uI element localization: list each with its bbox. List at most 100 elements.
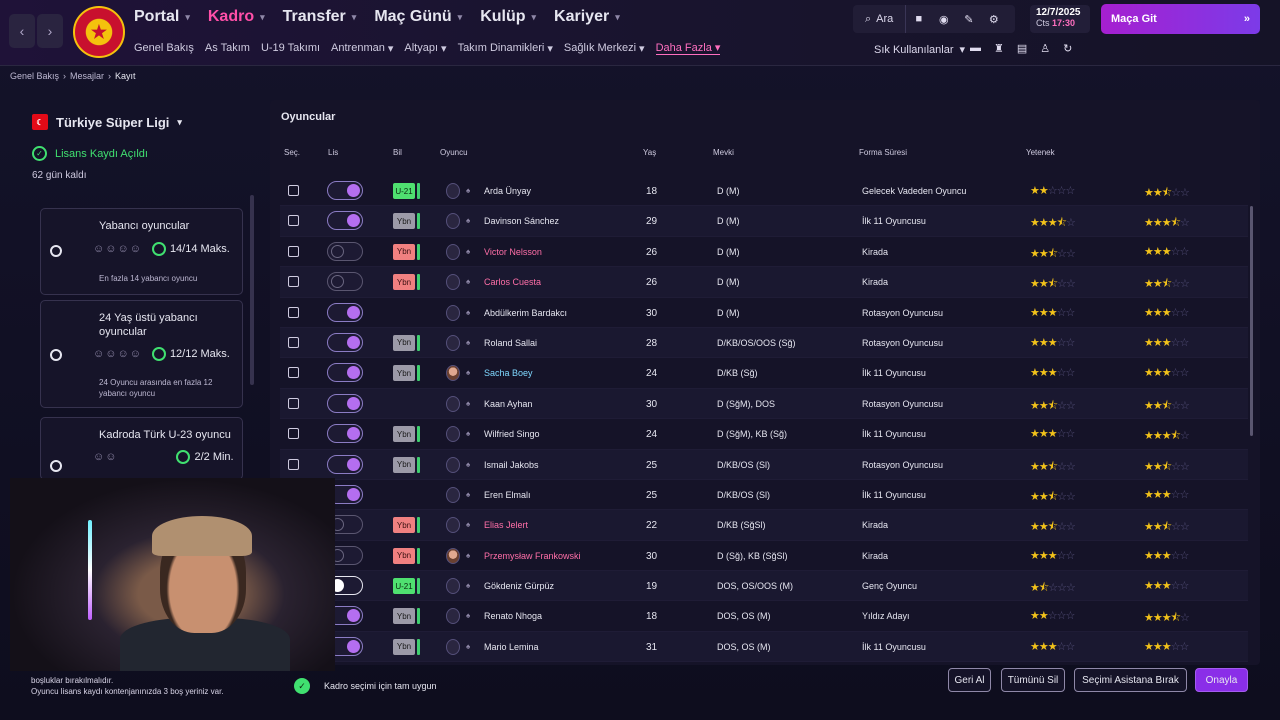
col-header[interactable]: Yaş bbox=[643, 148, 656, 157]
license-toggle[interactable] bbox=[327, 454, 363, 474]
license-toggle[interactable] bbox=[327, 393, 363, 413]
clipboard-icon[interactable]: ▤ bbox=[1017, 42, 1027, 55]
radio-button[interactable] bbox=[50, 460, 62, 472]
favorites-dropdown[interactable]: Sık Kullanılanlar ▾ bbox=[874, 43, 965, 57]
col-header[interactable]: Oyuncu bbox=[440, 148, 468, 157]
player-name[interactable]: Wilfried Singo bbox=[484, 429, 540, 439]
player-name[interactable]: Elias Jelert bbox=[484, 520, 528, 530]
table-row[interactable]: Ybn ♠ Mario Lemina 31 DOS, OS (M) İlk 11… bbox=[280, 631, 1248, 663]
col-header[interactable]: Mevki bbox=[713, 148, 734, 157]
table-row[interactable]: Ybn ♠ Ismail Jakobs 25 D/KB/OS (Sl) Rota… bbox=[280, 449, 1248, 480]
search-button[interactable]: ⌕ Ara bbox=[853, 5, 907, 33]
club-logo[interactable]: ★ bbox=[73, 6, 125, 58]
nav-kulup[interactable]: Kulüp ▾ bbox=[480, 8, 536, 26]
player-name[interactable]: Carlos Cuesta bbox=[484, 277, 541, 287]
subnav-as-takim[interactable]: As Takım bbox=[205, 41, 250, 55]
select-checkbox[interactable] bbox=[288, 306, 299, 318]
table-row[interactable]: Ybn ♠ Davinson Sánchez 29 D (M) İlk 11 O… bbox=[280, 206, 1248, 237]
player-name[interactable]: Victor Nelsson bbox=[484, 247, 542, 257]
forward-arrow-icon[interactable]: › bbox=[37, 14, 63, 48]
license-toggle[interactable] bbox=[327, 211, 363, 231]
player-name[interactable]: Arda Ünyay bbox=[484, 186, 531, 196]
select-checkbox[interactable] bbox=[288, 458, 299, 470]
table-row[interactable]: ♠ Abdülkerim Bardakcı 30 D (M) Rotasyon … bbox=[280, 298, 1248, 328]
table-row[interactable]: Ybn ♠ Renato Nhoga 18 DOS, OS (M) Yıldız… bbox=[280, 601, 1248, 632]
rule-card-foreign[interactable]: Yabancı oyuncular ☺☺☺☺ 14/14 Maks. En fa… bbox=[40, 208, 243, 295]
refresh-icon[interactable]: ↻ bbox=[1063, 42, 1072, 55]
table-row[interactable]: Ybn ♠ Carlos Cuesta 26 D (M) Kirada ★★⯪☆… bbox=[280, 267, 1248, 298]
bookmark-icon[interactable]: ■ bbox=[906, 13, 931, 25]
player-name[interactable]: Davinson Sánchez bbox=[484, 216, 559, 226]
col-header[interactable]: Bil bbox=[393, 148, 402, 157]
table-row[interactable]: ♠ Eren Elmalı 25 D/KB/OS (Sl) İlk 11 Oyu… bbox=[280, 480, 1248, 511]
scrollbar[interactable] bbox=[250, 195, 254, 385]
select-checkbox[interactable] bbox=[288, 245, 299, 257]
player-name[interactable]: Gökdeniz Gürpüz bbox=[484, 581, 554, 591]
brain-icon[interactable]: ◉ bbox=[931, 13, 956, 26]
select-checkbox[interactable] bbox=[288, 397, 299, 409]
table-row[interactable]: U-21 ♠ Arda Ünyay 18 D (M) Gelecek Vaded… bbox=[280, 176, 1248, 207]
nav-portal[interactable]: Portal ▾ bbox=[134, 8, 190, 26]
player-name[interactable]: Roland Sallai bbox=[484, 338, 537, 348]
radio-button[interactable] bbox=[50, 245, 62, 257]
radio-button[interactable] bbox=[50, 349, 62, 361]
table-row[interactable]: Ybn ♠ Roland Sallai 28 D/KB/OS/OOS (Sğ) … bbox=[280, 327, 1248, 359]
player-name[interactable]: Mario Lemina bbox=[484, 642, 539, 652]
col-header[interactable]: Lis bbox=[328, 148, 338, 157]
player-name[interactable]: Renato Nhoga bbox=[484, 611, 542, 621]
license-toggle[interactable] bbox=[327, 181, 363, 200]
scrollbar[interactable] bbox=[1250, 206, 1253, 436]
shirt-icon[interactable]: ♜ bbox=[994, 42, 1004, 55]
player-name[interactable]: Eren Elmalı bbox=[484, 490, 531, 500]
table-row[interactable]: Ybn ♠ Sacha Boey 24 D/KB (Sğ) İlk 11 Oyu… bbox=[280, 358, 1248, 389]
select-checkbox[interactable] bbox=[288, 428, 299, 440]
table-row[interactable]: Ybn ♠ Victor Nelsson 26 D (M) Kirada ★★⯪… bbox=[280, 237, 1248, 268]
back-arrow-icon[interactable]: ‹ bbox=[9, 14, 35, 48]
breadcrumb-item[interactable]: Mesajlar bbox=[70, 71, 104, 81]
gear-icon[interactable]: ⚙ bbox=[981, 13, 1006, 26]
tactics-icon[interactable]: ♙ bbox=[1040, 42, 1050, 55]
table-row[interactable]: Ybn ♠ Przemysław Frankowski 30 D (Sğ), K… bbox=[280, 541, 1248, 572]
player-name[interactable]: Abdülkerim Bardakcı bbox=[484, 308, 567, 318]
select-checkbox[interactable] bbox=[288, 276, 299, 288]
subnav-daha-fazla[interactable]: Daha Fazla ▾ bbox=[655, 41, 721, 55]
subnav-takim-dinamikleri[interactable]: Takım Dinamikleri ▾ bbox=[458, 41, 553, 55]
assistant-select-button[interactable]: Seçimi Asistana Bırak bbox=[1074, 668, 1187, 692]
chat-icon[interactable]: ▬ bbox=[970, 42, 981, 55]
player-name[interactable]: Ismail Jakobs bbox=[484, 460, 539, 470]
rule-card-over24-foreign[interactable]: 24 Yaş üstü yabancı oyuncular ☺☺☺☺ 12/12… bbox=[40, 300, 243, 408]
clear-all-button[interactable]: Tümünü Sil bbox=[1001, 668, 1065, 692]
select-checkbox[interactable] bbox=[288, 336, 299, 348]
nav-transfer[interactable]: Transfer ▾ bbox=[283, 8, 357, 26]
subnav-u19[interactable]: U-19 Takımı bbox=[261, 41, 320, 55]
subnav-altyapi[interactable]: Altyapı ▾ bbox=[404, 41, 446, 55]
table-row[interactable]: Ybn ♠ Wilfried Singo 24 D (SğM), KB (Sğ)… bbox=[280, 419, 1248, 450]
undo-button[interactable]: Geri Al bbox=[948, 668, 991, 692]
player-name[interactable]: Kaan Ayhan bbox=[484, 399, 532, 409]
license-toggle[interactable] bbox=[327, 302, 363, 322]
pen-icon[interactable]: ✎ bbox=[956, 13, 981, 26]
player-name[interactable]: Sacha Boey bbox=[484, 368, 533, 378]
subnav-saglik-merkezi[interactable]: Sağlık Merkezi ▾ bbox=[564, 41, 645, 55]
license-toggle[interactable] bbox=[327, 332, 363, 352]
col-header[interactable]: Yetenek bbox=[1026, 148, 1055, 157]
license-toggle[interactable] bbox=[327, 363, 363, 383]
league-selector[interactable]: ☾ Türkiye Süper Ligi ▾ bbox=[32, 114, 258, 130]
license-toggle[interactable] bbox=[327, 424, 363, 444]
table-row[interactable]: ♠ Kaan Ayhan 30 D (SğM), DOS Rotasyon Oy… bbox=[280, 388, 1248, 420]
col-header[interactable]: Seç. bbox=[284, 148, 300, 157]
license-toggle[interactable] bbox=[327, 272, 363, 292]
license-toggle[interactable] bbox=[327, 241, 363, 261]
nav-kariyer[interactable]: Kariyer ▾ bbox=[554, 8, 620, 26]
subnav-antrenman[interactable]: Antrenman ▾ bbox=[331, 41, 393, 55]
rule-card-u23[interactable]: Kadroda Türk U-23 oyuncu ☺☺ 2/2 Min. bbox=[40, 417, 243, 480]
nav-mac-gunu[interactable]: Maç Günü ▾ bbox=[374, 8, 462, 26]
select-checkbox[interactable] bbox=[288, 215, 299, 227]
table-row[interactable]: U-21 ♠ Gökdeniz Gürpüz 19 DOS, OS/OOS (M… bbox=[280, 571, 1248, 602]
select-checkbox[interactable] bbox=[288, 185, 299, 196]
breadcrumb-item[interactable]: Genel Bakış bbox=[10, 71, 59, 81]
select-checkbox[interactable] bbox=[288, 367, 299, 379]
col-header[interactable]: Forma Süresi bbox=[859, 148, 907, 157]
table-row[interactable]: Ybn ♠ Elias Jelert 22 D/KB (SğSl) Kirada… bbox=[280, 510, 1248, 541]
player-name[interactable]: Przemysław Frankowski bbox=[484, 551, 581, 561]
